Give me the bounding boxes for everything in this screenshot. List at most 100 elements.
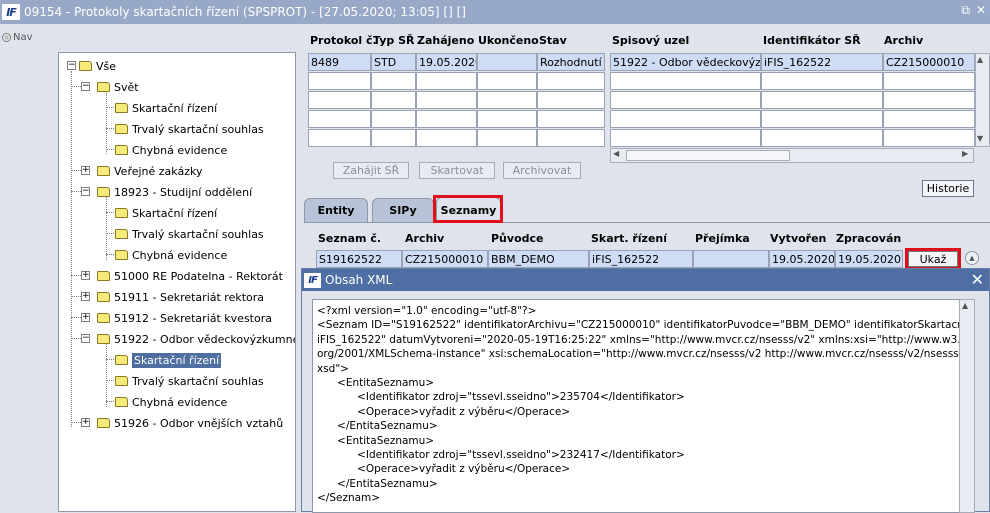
empty-cell[interactable] <box>537 129 605 147</box>
cell-identifikator[interactable]: iFIS_162522 <box>761 53 883 71</box>
cell-ukonceno[interactable] <box>477 53 537 71</box>
col-header-vytvoren[interactable]: Vytvořen <box>770 232 826 245</box>
col-header-identifikator[interactable]: Identifikátor SŘ <box>763 34 861 47</box>
col-header-protokol[interactable]: Protokol č. <box>310 34 377 47</box>
history-button[interactable]: Historie <box>922 180 974 197</box>
empty-cell[interactable] <box>610 110 761 128</box>
cell-seznam[interactable]: S19162522 <box>316 250 402 268</box>
cell-archiv[interactable]: CZ215000010 <box>883 53 975 71</box>
cell-puvodce[interactable]: BBM_DEMO <box>488 250 589 268</box>
empty-cell[interactable] <box>308 110 371 128</box>
col-header-stav[interactable]: Stav <box>539 34 567 47</box>
empty-cell[interactable] <box>537 110 605 128</box>
empty-cell[interactable] <box>610 72 761 90</box>
tree-node[interactable]: Svět <box>97 78 139 96</box>
empty-cell[interactable] <box>883 91 975 109</box>
cell-uzel[interactable]: 51922 - Odbor vědeckovýzkumn <box>610 53 761 71</box>
cell-archiv[interactable]: CZ215000010 <box>402 250 488 268</box>
col-header-seznam[interactable]: Seznam č. <box>318 232 381 245</box>
scroll-thumb[interactable] <box>626 150 790 161</box>
empty-cell[interactable] <box>477 72 537 90</box>
cell-stav[interactable]: Rozhodnutí <box>537 53 605 71</box>
collapse-icon[interactable]: − <box>81 82 90 91</box>
empty-cell[interactable] <box>416 72 477 90</box>
empty-cell[interactable] <box>308 91 371 109</box>
empty-cell[interactable] <box>610 129 761 147</box>
tree-node[interactable]: 51912 - Sekretariát kvestora <box>97 309 272 327</box>
cell-protokol[interactable]: 8489 <box>308 53 371 71</box>
col-header-ukonceno[interactable]: Ukončeno <box>478 34 539 47</box>
tree-node[interactable]: 18923 - Studijní oddělení <box>97 183 252 201</box>
cell-zahajeno[interactable]: 19.05.2020 <box>416 53 477 71</box>
scroll-up-icon[interactable]: ▲ <box>962 301 968 310</box>
org-tree[interactable]: − − + − + + + − + Vše Svět Skartační říz… <box>58 52 296 512</box>
empty-cell[interactable] <box>371 91 416 109</box>
empty-cell[interactable] <box>416 91 477 109</box>
tree-node[interactable]: Trvalý skartační souhlas <box>115 372 264 390</box>
col-header-typ[interactable]: Typ SŘ <box>373 34 414 47</box>
cell-typ[interactable]: STD <box>371 53 416 71</box>
expand-icon[interactable]: + <box>81 292 90 301</box>
close-icon[interactable]: ✕ <box>976 3 986 18</box>
empty-cell[interactable] <box>537 91 605 109</box>
empty-cell[interactable] <box>610 91 761 109</box>
tree-node[interactable]: Chybná evidence <box>115 246 227 264</box>
tree-node[interactable]: Trvalý skartační souhlas <box>115 225 264 243</box>
scroll-left-icon[interactable]: ◀ <box>613 149 619 158</box>
collapse-icon[interactable]: − <box>67 61 76 70</box>
nav-toggle[interactable]: Nav <box>2 32 33 43</box>
tree-node[interactable]: 51922 - Odbor vědeckovýzkumné čin <box>97 330 295 348</box>
tab-entity[interactable]: Entity <box>304 198 368 222</box>
tab-sipy[interactable]: SIPy <box>372 198 434 222</box>
tree-node[interactable]: Chybná evidence <box>115 393 227 411</box>
cell-rizeni[interactable]: iFIS_162522 <box>589 250 693 268</box>
empty-cell[interactable] <box>308 129 371 147</box>
start-procedure-button[interactable]: Zahájit SŘ <box>333 162 409 179</box>
col-header-zahajeno[interactable]: Zahájeno <box>417 34 474 47</box>
collapse-icon[interactable]: − <box>81 334 90 343</box>
empty-cell[interactable] <box>477 110 537 128</box>
empty-cell[interactable] <box>371 72 416 90</box>
xml-vertical-scrollbar[interactable]: ▲ <box>959 299 975 513</box>
empty-cell[interactable] <box>371 129 416 147</box>
tree-node[interactable]: Veřejné zakázky <box>97 162 202 180</box>
scroll-down-icon[interactable]: ▼ <box>977 134 983 143</box>
cell-vytvoren[interactable]: 19.05.2020 <box>769 250 835 268</box>
empty-cell[interactable] <box>477 129 537 147</box>
empty-cell[interactable] <box>761 72 883 90</box>
empty-cell[interactable] <box>477 91 537 109</box>
col-header-puvodce[interactable]: Původce <box>491 232 543 245</box>
col-header-uzel[interactable]: Spisový uzel <box>612 34 689 47</box>
empty-cell[interactable] <box>883 72 975 90</box>
expand-icon[interactable]: + <box>81 271 90 280</box>
col-header-rizeni[interactable]: Skart. řízení <box>591 232 667 245</box>
empty-cell[interactable] <box>371 110 416 128</box>
tree-node[interactable]: 51926 - Odbor vnějších vztahů <box>97 414 283 432</box>
tree-node[interactable]: 51000 RE Podatelna - Rektorát <box>97 267 283 285</box>
tree-node-selected[interactable]: Skartační řízení <box>115 351 222 369</box>
scroll-up-icon[interactable]: ▲ <box>977 55 983 64</box>
col-header-archiv[interactable]: Archiv <box>884 34 923 47</box>
collapse-icon[interactable]: − <box>81 187 90 196</box>
tree-node[interactable]: Skartační řízení <box>115 99 217 117</box>
grid-vertical-scrollbar[interactable] <box>975 53 990 147</box>
col-header-prejimka[interactable]: Přejímka <box>695 232 750 245</box>
archive-button[interactable]: Archivovat <box>503 162 581 179</box>
empty-cell[interactable] <box>761 91 883 109</box>
cell-prejimka[interactable] <box>693 250 769 268</box>
empty-cell[interactable] <box>761 110 883 128</box>
scroll-up-icon[interactable]: ▲ <box>965 251 979 265</box>
empty-cell[interactable] <box>883 129 975 147</box>
restore-icon[interactable]: ⧉ <box>961 3 970 18</box>
tree-node[interactable]: 51911 - Sekretariát rektora <box>97 288 264 306</box>
empty-cell[interactable] <box>537 72 605 90</box>
close-icon[interactable]: ✕ <box>971 270 984 289</box>
shred-button[interactable]: Skartovat <box>419 162 495 179</box>
empty-cell[interactable] <box>761 129 883 147</box>
col-header-archiv[interactable]: Archiv <box>405 232 444 245</box>
expand-icon[interactable]: + <box>81 166 90 175</box>
tree-node[interactable]: Skartační řízení <box>115 204 217 222</box>
expand-icon[interactable]: + <box>81 418 90 427</box>
empty-cell[interactable] <box>416 110 477 128</box>
empty-cell[interactable] <box>416 129 477 147</box>
